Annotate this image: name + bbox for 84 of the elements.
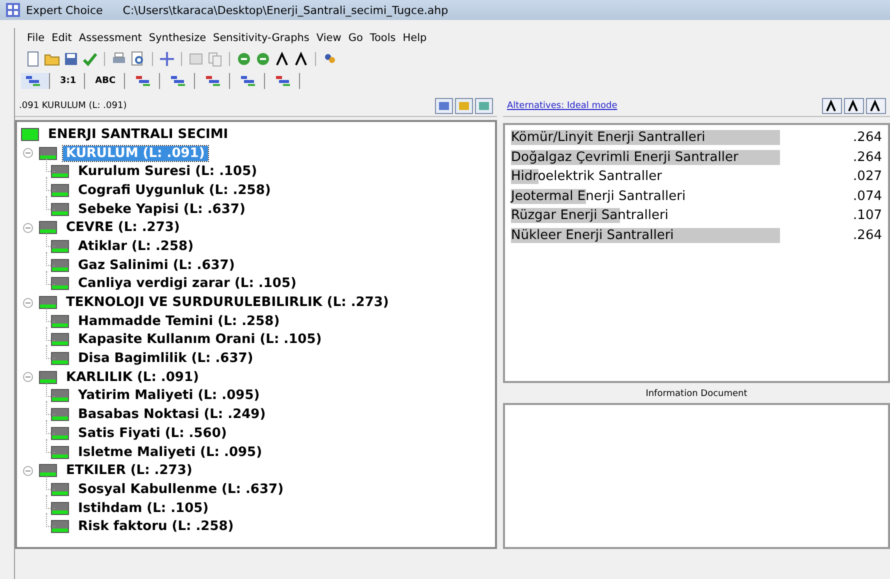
tree-node[interactable]: Disa Bagimlilik (L: .637) (75, 351, 256, 366)
node-icon (51, 258, 69, 272)
node-icon (51, 165, 69, 178)
node-icon (51, 520, 69, 534)
node-icon (51, 446, 69, 459)
menu-item[interactable]: Assessment (78, 32, 142, 44)
node-icon (51, 352, 69, 366)
info-title: Information Document (644, 388, 748, 401)
file-path: C:\Users\tkaraca\Desktop\Enerji_Santrali_secimi_Tugce.ahp (122, 4, 448, 16)
tree-node[interactable]: Atiklar (L: .258) (75, 238, 197, 254)
menu-item[interactable]: View (316, 32, 342, 44)
tree-node[interactable]: Cografi Uygunluk (L: .258) (75, 182, 274, 198)
tree-node[interactable]: ETKILER (L: .273) (63, 463, 196, 478)
alternatives-link[interactable]: Alternatives: Ideal mode (507, 101, 618, 111)
node-icon (39, 370, 57, 384)
tree-node[interactable]: Hammadde Temini (L: .258) (75, 314, 283, 329)
tree-node[interactable]: Risk faktoru (L: .258) (75, 519, 237, 534)
node-icon (51, 502, 69, 515)
node-icon (51, 408, 69, 422)
node-icon (51, 426, 69, 440)
info-document-field[interactable] (503, 403, 890, 549)
tree-node[interactable]: Kurulum Suresi (L: .105) (75, 164, 260, 180)
node-icon (51, 184, 69, 197)
node-icon (51, 240, 69, 253)
node-icon (51, 333, 69, 346)
node-icon (51, 202, 69, 216)
menu-item[interactable]: File (27, 32, 45, 44)
tree-node[interactable]: Sosyal Kabullenme (L: .637) (75, 482, 287, 497)
view-tab[interactable]: ABC (91, 73, 125, 89)
tree-node[interactable]: KARLILIK (L: .091) (63, 370, 202, 385)
checkmark-icon[interactable] (82, 51, 98, 67)
tree-node[interactable]: ENERJI SANTRALI SECIMI (45, 126, 232, 142)
menu-item[interactable]: Help (402, 32, 427, 44)
node-icon (21, 128, 39, 141)
node-icon (51, 314, 69, 328)
tree-node[interactable]: Canliya verdigi zarar (L: .105) (75, 276, 300, 292)
node-icon (39, 464, 57, 478)
priority-value: .264 (853, 130, 882, 146)
view-icon (204, 75, 221, 87)
view-icon (25, 75, 41, 87)
node-icon (39, 296, 57, 310)
tree-node[interactable]: Satis Fiyati (L: .560) (75, 426, 230, 441)
app-icon (6, 3, 20, 17)
tree-node[interactable]: Isletme Maliyeti (L: .095) (75, 444, 266, 460)
save-icon[interactable] (63, 51, 79, 67)
tree-node[interactable]: Kapasite Kullanım Orani (L: .105) (75, 332, 325, 348)
view-tab[interactable]: 3:1 (56, 73, 86, 89)
node-icon (51, 389, 69, 402)
collapse-icon[interactable] (23, 222, 33, 233)
collapse-icon[interactable] (23, 148, 33, 158)
new-file-icon[interactable] (25, 51, 41, 67)
tree-node[interactable]: CEVRE (L: .273) (63, 220, 183, 236)
tree-node[interactable]: Basabas Noktasi (L: .249) (75, 407, 269, 422)
menu-item[interactable]: Sensitivity-Graphs (213, 32, 310, 44)
move-icon[interactable] (159, 51, 175, 67)
menu-item[interactable]: Synthesize (148, 32, 206, 44)
priority-value: .264 (853, 150, 882, 165)
tree-node[interactable]: Istihdam (L: .105) (75, 500, 212, 516)
node-priority-label: .091 KURULUM (L: .091) (19, 101, 127, 111)
view-icon (274, 75, 291, 87)
priority-value: .074 (853, 188, 882, 204)
node-icon (39, 146, 57, 160)
tree-node[interactable]: Gaz Salinimi (L: .637) (75, 258, 238, 273)
menu-item[interactable]: Tools (370, 32, 396, 44)
magnifier-icon[interactable] (130, 51, 146, 67)
node-icon (39, 221, 57, 234)
node-icon (51, 277, 69, 290)
view-tab[interactable] (21, 73, 50, 89)
node-icon (51, 482, 69, 496)
app-title: Expert Choice (26, 4, 103, 16)
tree-node[interactable]: Yatirim Maliyeti (L: .095) (75, 388, 263, 404)
view-icon (134, 75, 151, 87)
priority-value: .107 (853, 208, 882, 224)
tree-node[interactable]: TEKNOLOJI VE SURDURULEBILIRLIK (L: .273) (63, 295, 392, 310)
menu-item[interactable]: Edit (52, 32, 72, 44)
view-icon (170, 75, 186, 87)
collapse-icon[interactable] (23, 298, 33, 308)
menu-item[interactable]: Go (348, 32, 363, 44)
tree-node[interactable]: Sebeke Yapisi (L: .637) (75, 202, 248, 217)
collapse-icon[interactable] (23, 466, 33, 476)
priority-value: .027 (853, 169, 882, 184)
priority-value: .264 (853, 228, 882, 243)
collapse-icon[interactable] (23, 372, 33, 382)
view-icon (240, 75, 256, 87)
